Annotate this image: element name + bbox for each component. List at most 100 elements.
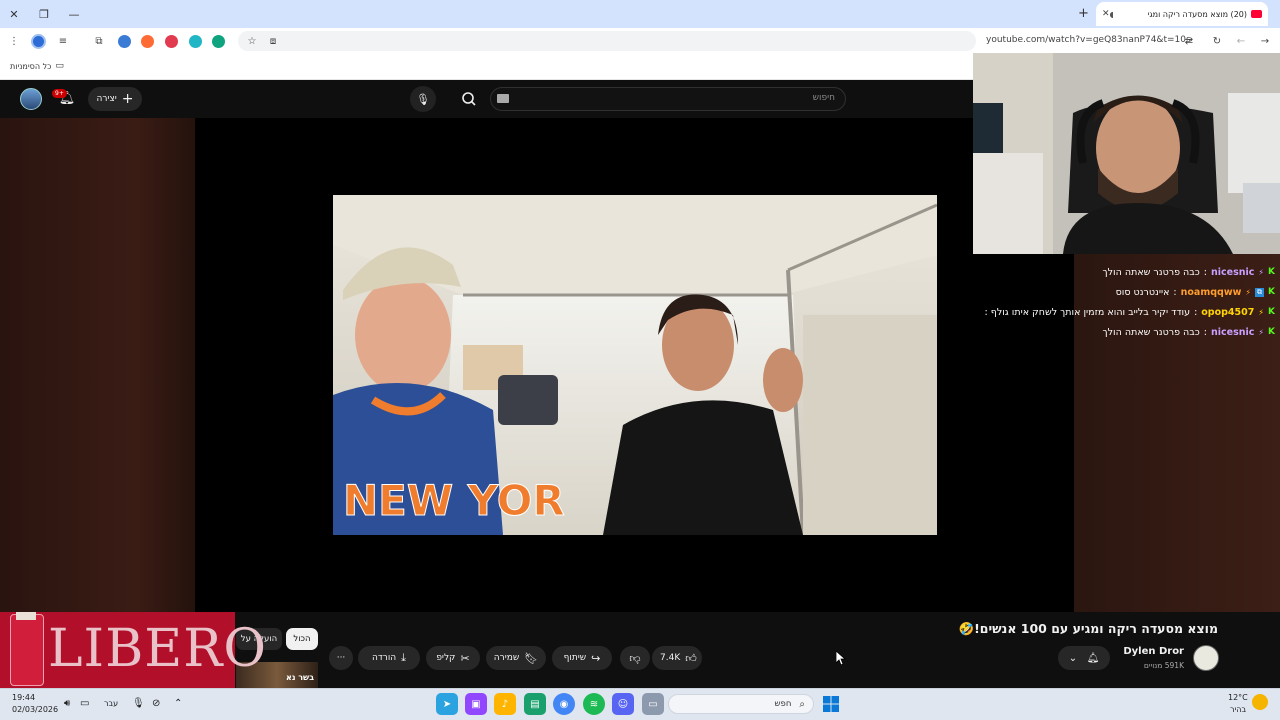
chat-username: opop4507 [1201, 306, 1255, 318]
taskbar-notepad-icon[interactable]: ▤ [524, 693, 546, 715]
windows-taskbar [0, 688, 1280, 720]
taskbar-discord-icon[interactable]: ☺ [612, 693, 634, 715]
clock-time[interactable]: 19:44 [12, 693, 35, 702]
network-icon[interactable]: ▭ [80, 698, 89, 709]
kick-badge-icon: K [1268, 307, 1275, 317]
chat-message: K ⚡ nicesnic : כבה פרטנר שאתה הולך [1102, 266, 1275, 278]
more-actions-button[interactable]: ··· [329, 646, 353, 670]
tab-active[interactable]: (20) מוצא מסעדה ריקה ומגי ◖ ✕ [1096, 2, 1268, 26]
close-window-icon[interactable]: ✕ [4, 4, 24, 24]
chat-message: K ⧉ ⚡ noamqqww : איינטרנט סוס [1115, 286, 1275, 298]
clip-button[interactable]: קליפ ✂ [426, 646, 480, 670]
video-frame[interactable]: NEW YOR [333, 195, 937, 535]
notification-badge: 9+ [52, 89, 67, 98]
extension-icon-2[interactable] [141, 35, 154, 48]
all-bookmarks-label: כל הסימניות [10, 61, 52, 71]
voice-search-mic-icon[interactable]: 🎙︎ [410, 86, 436, 112]
bell-icon: 🔔︎ [1086, 652, 1100, 664]
taskbar-search-box[interactable]: חפש ⌕ [668, 694, 814, 714]
perfume-cap-image [16, 612, 36, 620]
thumbs-down-icon: 👎︎ [629, 651, 641, 665]
share-button[interactable]: שיתוף ↪ [552, 646, 612, 670]
show-hidden-icons-chevron-icon[interactable]: ⌃ [174, 698, 182, 709]
share-arrow-icon: ↪ [591, 651, 601, 665]
extension-icon-4[interactable] [189, 35, 202, 48]
minimize-window-icon[interactable]: — [64, 4, 84, 24]
save-label: שמירה [493, 653, 520, 663]
taskbar-spotify-icon[interactable]: ≋ [583, 693, 605, 715]
channel-avatar[interactable] [1193, 645, 1219, 671]
mic-tray-icon[interactable]: 🎙︎ [132, 698, 145, 709]
extension-icon-3[interactable] [165, 35, 178, 48]
stream-chat: K ⚡ nicesnic : כבה פרטנר שאתה הולך K ⧉ ⚡… [985, 262, 1275, 342]
like-count: 7.4K [660, 653, 681, 663]
clip-label: קליפ [436, 653, 456, 663]
thumbnail-text: בשר נא [286, 673, 314, 682]
mouse-cursor-icon [835, 650, 847, 666]
chevron-down-icon: ⌄ [1068, 652, 1078, 664]
extension-icon-1[interactable] [118, 35, 131, 48]
tab-close-icon[interactable]: ✕ [1102, 9, 1110, 19]
taskbar-chrome-icon[interactable]: ◉ [553, 693, 575, 715]
download-button[interactable]: הורדה ⤓ [358, 646, 420, 670]
search-button[interactable] [452, 87, 486, 111]
taskbar-files-icon[interactable]: ▭ [642, 693, 664, 715]
perfume-bottle-image [10, 614, 44, 686]
extensions-puzzle-icon[interactable]: ⧉ [91, 33, 107, 49]
chat-username: nicesnic [1210, 266, 1255, 278]
extension-icon-5[interactable] [212, 35, 225, 48]
weather-desc[interactable]: בהיר [1230, 705, 1246, 714]
taskbar-app-icon[interactable]: ♪ [494, 693, 516, 715]
start-windows-icon[interactable] [820, 693, 842, 715]
cast-icon[interactable]: ⧈ [265, 33, 281, 49]
taskbar-telegram-icon[interactable]: ➤ [436, 693, 458, 715]
new-tab-button[interactable]: + [1078, 6, 1089, 21]
channel-name[interactable]: Dylen Dror [1123, 646, 1184, 657]
streamer-webcam [973, 53, 1280, 254]
save-button[interactable]: שמירה 🔖︎ [486, 646, 546, 670]
account-avatar[interactable] [20, 88, 42, 110]
url-text[interactable]: youtube.com/watch?v=geQ83nanP74&t=10s [986, 35, 1191, 45]
bookmark-icon: 🔖︎ [524, 651, 539, 665]
tab-title: (20) מוצא מסעדה ריקה ומגי [1147, 9, 1247, 19]
ambient-glow-left [0, 118, 195, 612]
channel-subscribers: 591K מנויים [1143, 661, 1184, 670]
reload-icon[interactable]: ↻ [1209, 33, 1225, 49]
kick-badge-icon: K [1268, 267, 1275, 277]
omnibox[interactable] [238, 31, 976, 51]
tab-mute-icon[interactable]: ◖ [1110, 10, 1114, 19]
taskbar-twitch-icon[interactable]: ▣ [465, 693, 487, 715]
video-scene-image: NEW YOR [333, 195, 937, 535]
youtube-favicon-icon [1251, 10, 1262, 18]
clock-date[interactable]: 02/03/2026 [12, 705, 58, 714]
chat-username: nicesnic [1210, 326, 1255, 338]
video-title: מוצא מסעדה ריקה ומגיע עם 100 אנשים!🤣 [958, 621, 1218, 636]
all-bookmarks-button[interactable]: כל הסימניות ▭ [10, 61, 64, 71]
search-input[interactable]: חיפוש [490, 87, 846, 111]
subscribed-button[interactable]: ⌄ 🔔︎ [1058, 646, 1110, 670]
bookmark-star-icon[interactable]: ☆ [244, 33, 260, 49]
dislike-button[interactable]: 👎︎ [620, 646, 650, 670]
folder-icon: ▭ [55, 61, 64, 71]
kick-badge-icon: K [1268, 287, 1275, 297]
like-button[interactable]: 7.4K 👍︎ [652, 646, 702, 670]
taskbar-search-label: חפש [774, 699, 792, 709]
keyboard-icon[interactable] [497, 94, 509, 103]
weather-sun-icon[interactable] [1252, 694, 1268, 710]
forward-icon[interactable]: ← [1233, 33, 1249, 49]
back-icon[interactable]: → [1257, 33, 1273, 49]
language-indicator[interactable]: עבר [104, 699, 118, 708]
sub-badge-icon: ⚡ [1245, 287, 1252, 297]
volume-icon[interactable]: 🔊︎ [64, 698, 70, 709]
profile-avatar-icon[interactable] [31, 34, 46, 49]
menu-dots-icon[interactable]: ⋮ [6, 33, 22, 49]
chat-message: K ⚡ nicesnic : כבה פרטנר שאתה הולך [1102, 326, 1275, 338]
create-label: יצירה [96, 94, 117, 104]
meet-muted-icon[interactable]: ⊘ [152, 698, 160, 709]
weather-temp[interactable]: 12°C [1228, 693, 1248, 702]
reading-list-icon[interactable]: ≡ [55, 33, 71, 49]
site-settings-icon[interactable]: ⇄ [1181, 33, 1197, 49]
chip-all[interactable]: הכול [286, 628, 318, 650]
maximize-window-icon[interactable]: ❐ [34, 4, 54, 24]
create-button[interactable]: יצירה + [88, 87, 142, 111]
